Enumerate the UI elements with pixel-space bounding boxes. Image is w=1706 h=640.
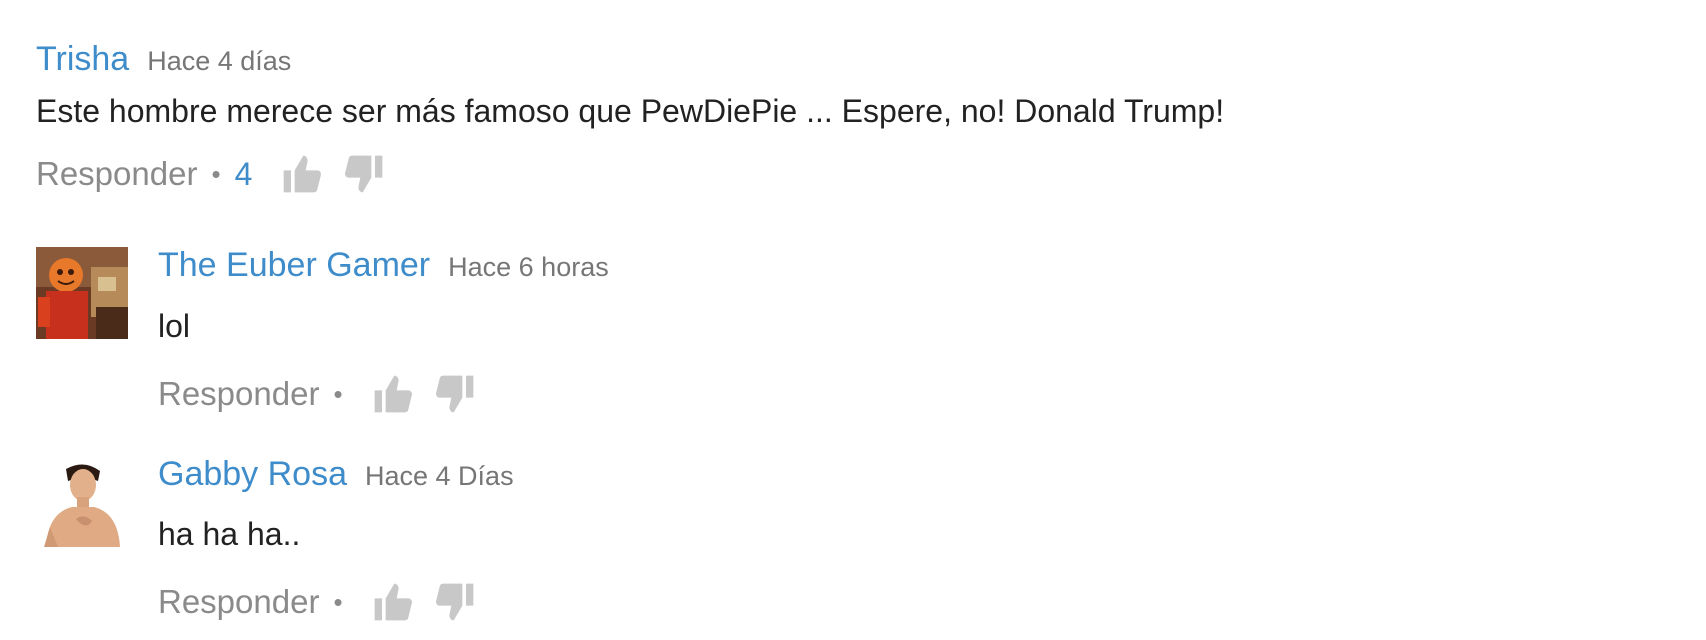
comment-header: Gabby Rosa Hace 4 Días xyxy=(158,455,514,494)
comment-timestamp[interactable]: Hace 6 horas xyxy=(448,252,609,282)
comment-text: Este hombre merece ser más famoso que Pe… xyxy=(36,93,1225,129)
orange-character-avatar[interactable] xyxy=(36,247,128,339)
thumbs-up-icon[interactable] xyxy=(371,580,415,624)
comment-actions: Responder • xyxy=(158,372,477,416)
comment-actions: Responder • xyxy=(158,580,477,624)
reply-button[interactable]: Responder xyxy=(158,375,319,413)
thumbs-down-icon[interactable] xyxy=(433,580,477,624)
thumbs-down-icon[interactable] xyxy=(342,152,386,196)
comment-author[interactable]: The Euber Gamer xyxy=(158,246,430,284)
separator-dot: • xyxy=(333,378,343,409)
thumbs-up-icon[interactable] xyxy=(371,372,415,416)
comment-text: ha ha ha.. xyxy=(158,516,301,552)
separator-dot: • xyxy=(211,158,221,189)
comment-timestamp[interactable]: Hace 4 días xyxy=(147,46,291,76)
comment-header: The Euber Gamer Hace 6 horas xyxy=(158,246,609,285)
separator-dot: • xyxy=(333,586,343,617)
comment-actions: Responder • 4 xyxy=(36,152,386,196)
comment-text: lol xyxy=(158,308,191,344)
comment-header: Trisha Hace 4 días xyxy=(36,40,291,79)
reply-button[interactable]: Responder xyxy=(158,583,319,621)
comment-author[interactable]: Gabby Rosa xyxy=(158,455,347,493)
reply-button[interactable]: Responder xyxy=(36,155,197,193)
thumbs-down-icon[interactable] xyxy=(433,372,477,416)
comment-author[interactable]: Trisha xyxy=(36,40,129,78)
comment-timestamp[interactable]: Hace 4 Días xyxy=(365,461,514,491)
person-photo-avatar[interactable] xyxy=(36,455,128,547)
like-count: 4 xyxy=(234,155,253,192)
thumbs-up-icon[interactable] xyxy=(280,152,324,196)
